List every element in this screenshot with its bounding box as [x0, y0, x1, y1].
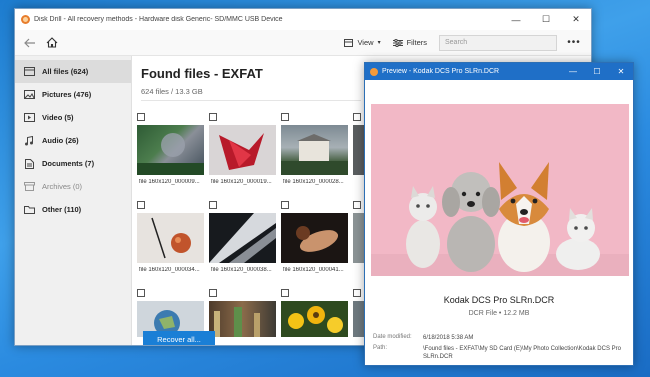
- view-label: View: [357, 38, 374, 47]
- select-checkbox[interactable]: [137, 201, 145, 209]
- other-icon: [23, 205, 35, 215]
- file-tile[interactable]: file 160x120_000009...: [135, 113, 207, 201]
- file-name: file 160x120_000034...: [139, 267, 200, 273]
- preview-window-title: Preview - Kodak DCS Pro SLRn.DCR: [382, 68, 500, 75]
- back-arrow-icon[interactable]: [21, 34, 39, 52]
- date-modified-value: 6/18/2018 5:38 AM: [423, 335, 474, 341]
- sidebar-item-video[interactable]: Video (5): [15, 106, 131, 129]
- select-checkbox[interactable]: [353, 201, 361, 209]
- preview-titlebar: Preview - Kodak DCS Pro SLRn.DCR — ☐ ✕: [365, 63, 633, 80]
- recover-all-button[interactable]: Recover all...: [143, 331, 215, 345]
- sidebar-item-pictures[interactable]: Pictures (476): [15, 83, 131, 106]
- path-label: Path:: [373, 345, 388, 351]
- file-tile[interactable]: file 160x120_000028...: [279, 113, 351, 201]
- select-checkbox[interactable]: [353, 113, 361, 121]
- file-name: file 160x120_000028...: [283, 179, 344, 185]
- chevron-down-icon: ▾: [377, 40, 381, 46]
- video-icon: [23, 113, 35, 123]
- pictures-icon: [23, 90, 35, 100]
- sidebar-item-audio[interactable]: Audio (26): [15, 129, 131, 152]
- preview-close-button[interactable]: ✕: [609, 63, 633, 80]
- file-tile[interactable]: file 160x120_000034...: [135, 201, 207, 289]
- select-checkbox[interactable]: [353, 289, 361, 297]
- file-thumbnail[interactable]: [281, 213, 348, 263]
- file-thumbnail[interactable]: [209, 125, 276, 175]
- preview-file-name: Kodak DCS Pro SLRn.DCR: [443, 295, 555, 305]
- preview-file-meta: DCR File • 12.2 MB: [468, 310, 530, 317]
- main-titlebar: Disk Drill - All recovery methods - Hard…: [15, 9, 591, 30]
- header-divider: [141, 100, 361, 101]
- select-checkbox[interactable]: [137, 113, 145, 121]
- view-icon: [344, 38, 354, 47]
- file-thumbnail[interactable]: [281, 301, 348, 337]
- file-name: file 160x120_000041...: [283, 267, 344, 273]
- sidebar-item-all-files[interactable]: All files (624): [15, 60, 131, 83]
- file-tile[interactable]: file 160x120_000038...: [207, 201, 279, 289]
- sidebar-item-documents[interactable]: Documents (7): [15, 152, 131, 175]
- main-toolbar: View ▾ Filters Search •••: [15, 30, 591, 56]
- sidebar-item-label: Archives (0): [42, 182, 83, 191]
- main-window-title: Disk Drill - All recovery methods - Hard…: [34, 16, 283, 23]
- preview-date-row: Date modified: 6/18/2018 5:38 AM: [373, 334, 628, 342]
- preview-window: Preview - Kodak DCS Pro SLRn.DCR — ☐ ✕ K…: [364, 62, 634, 366]
- preview-image: [371, 104, 629, 276]
- file-tile[interactable]: [279, 289, 351, 345]
- preview-minimize-button[interactable]: —: [561, 63, 585, 80]
- maximize-button[interactable]: ☐: [531, 9, 561, 30]
- sidebar-item-label: Other (110): [42, 205, 82, 214]
- select-checkbox[interactable]: [209, 289, 217, 297]
- sidebar-item-label: All files (624): [42, 67, 89, 76]
- preview-path-row: Path: \Found files - EXFAT\My SD Card (E…: [373, 345, 628, 361]
- path-value: \Found files - EXFAT\My SD Card (E)\My P…: [423, 346, 621, 360]
- sidebar-item-label: Documents (7): [42, 159, 95, 168]
- file-thumbnail[interactable]: [209, 213, 276, 263]
- category-sidebar: All files (624) Pictures (476) Video (5)…: [15, 56, 132, 345]
- all-files-icon: [23, 67, 35, 77]
- select-checkbox[interactable]: [209, 113, 217, 121]
- file-thumbnail[interactable]: [137, 213, 204, 263]
- filters-label: Filters: [406, 38, 427, 47]
- select-checkbox[interactable]: [209, 201, 217, 209]
- home-icon[interactable]: [43, 34, 61, 52]
- sidebar-item-other[interactable]: Other (110): [15, 198, 131, 221]
- file-tile[interactable]: [207, 289, 279, 345]
- sidebar-item-archives[interactable]: Archives (0): [15, 175, 131, 198]
- file-name: file 160x120_000019...: [211, 179, 272, 185]
- file-tile[interactable]: file 160x120_000041...: [279, 201, 351, 289]
- filters-icon: [392, 38, 403, 47]
- file-thumbnail[interactable]: [209, 301, 276, 337]
- select-checkbox[interactable]: [137, 289, 145, 297]
- search-input[interactable]: Search: [439, 34, 557, 51]
- preview-app-icon: [370, 67, 378, 76]
- archives-icon: [23, 182, 35, 192]
- file-tile[interactable]: file 160x120_000019...: [207, 113, 279, 201]
- sidebar-item-label: Audio (26): [42, 136, 79, 145]
- select-checkbox[interactable]: [281, 201, 289, 209]
- file-thumbnail[interactable]: [281, 125, 348, 175]
- date-modified-label: Date modified:: [373, 334, 412, 340]
- audio-icon: [23, 135, 35, 146]
- sidebar-item-label: Video (5): [42, 113, 74, 122]
- file-name: file 160x120_000038...: [211, 267, 272, 273]
- select-checkbox[interactable]: [281, 113, 289, 121]
- close-button[interactable]: ✕: [561, 9, 591, 30]
- file-thumbnail[interactable]: [137, 125, 204, 175]
- select-checkbox[interactable]: [281, 289, 289, 297]
- disk-drill-app-icon: [21, 15, 30, 24]
- documents-icon: [23, 158, 35, 169]
- sidebar-item-label: Pictures (476): [42, 90, 92, 99]
- filters-button[interactable]: Filters: [387, 34, 433, 52]
- minimize-button[interactable]: —: [501, 9, 531, 30]
- file-name: file 160x120_000009...: [139, 179, 200, 185]
- view-button[interactable]: View ▾: [338, 34, 386, 52]
- more-options-button[interactable]: •••: [563, 37, 585, 48]
- preview-maximize-button[interactable]: ☐: [585, 63, 609, 80]
